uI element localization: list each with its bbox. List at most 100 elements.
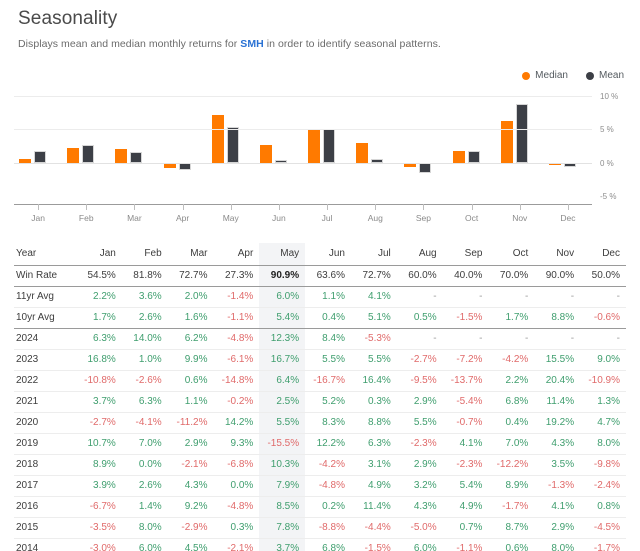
seasonality-table-wrap: Year Jan Feb Mar Apr May Jun Jul Aug Sep Oct Nov Dec… <box>14 243 626 551</box>
x-axis-label-sep: Sep <box>415 213 431 223</box>
table-cell: -3.5% <box>76 517 122 539</box>
chart-bar-group[interactable] <box>207 96 255 196</box>
table-cell: 2.5% <box>259 391 306 413</box>
table-cell: -4.8% <box>213 328 260 350</box>
table-cell: 8.0% <box>534 538 581 551</box>
table-row-label: 2024 <box>14 328 76 350</box>
table-cell: 1.1% <box>167 391 214 413</box>
ticker-link[interactable]: SMH <box>240 38 263 50</box>
chart-bar-group[interactable] <box>159 96 207 196</box>
chart-bar-group[interactable] <box>255 96 303 196</box>
legend-item-mean[interactable]: Mean <box>585 70 624 81</box>
chart-bar-median[interactable] <box>115 149 128 163</box>
table-cell: 4.1% <box>534 496 581 518</box>
table-cell: - <box>442 286 489 308</box>
table-cell: 81.8% <box>121 265 168 287</box>
x-axis-label-may: May <box>222 213 239 223</box>
table-cell: -4.2% <box>488 349 535 371</box>
table-row-label: 2021 <box>14 391 76 413</box>
table-cell: -4.1% <box>121 412 168 434</box>
chart-bar-mean[interactable] <box>419 162 432 173</box>
table-cell: -1.7% <box>488 496 535 518</box>
table-cell: -4.2% <box>305 454 351 476</box>
table-cell: 4.1% <box>442 433 489 455</box>
x-axis-tick <box>519 204 521 210</box>
chart-bar-group[interactable] <box>544 96 592 196</box>
table-cell: -2.1% <box>213 538 260 551</box>
table-row: 2024 6.3% 14.0% 6.2% -4.8% 12.3% 8.4% -5.3% - - - -… <box>14 328 626 350</box>
chart-bar-group[interactable] <box>110 96 158 196</box>
seasonality-bar-chart: 10 % 5 % 0 % -5 % Jan Feb Mar Apr May Jun Jul Aug S… <box>14 92 626 223</box>
chart-bar-median[interactable] <box>356 143 369 163</box>
table-cell: -9.8% <box>580 454 626 476</box>
table-cell: -10.9% <box>580 370 626 392</box>
table-cell: -1.3% <box>534 475 581 497</box>
legend-label-median: Median <box>535 70 568 81</box>
chart-bar-median[interactable] <box>211 114 224 163</box>
table-cell: 2.9% <box>396 391 443 413</box>
table-cell: 0.0% <box>121 454 168 476</box>
chart-bar-group[interactable] <box>62 96 110 196</box>
page-subtitle: Displays mean and median monthly returns… <box>18 38 441 50</box>
legend-item-median[interactable]: Median <box>522 70 568 81</box>
table-cell: -14.8% <box>213 370 260 392</box>
table-row: 2020 -2.7% -4.1% -11.2% 14.2% 5.5% 8.3% 8.8% 5.5… <box>14 412 626 434</box>
table-cell: 6.3% <box>76 328 122 350</box>
table-cell: 3.5% <box>534 454 581 476</box>
chart-bar-mean[interactable] <box>226 126 239 163</box>
chart-bar-group[interactable] <box>351 96 399 196</box>
table-cell: 6.8% <box>305 538 351 551</box>
chart-bar-group[interactable] <box>303 96 351 196</box>
table-cell: -1.5% <box>350 538 397 551</box>
chart-bar-median[interactable] <box>308 128 320 163</box>
table-cell: 7.0% <box>121 433 168 455</box>
chart-gridline <box>14 96 592 97</box>
chart-bar-mean[interactable] <box>515 104 528 163</box>
table-cell: - <box>534 328 581 350</box>
table-cell: -10.8% <box>76 370 122 392</box>
table-cell: 0.7% <box>442 517 489 539</box>
chart-bar-median[interactable] <box>500 121 513 163</box>
chart-bar-mean[interactable] <box>34 151 46 163</box>
table-cell: 5.1% <box>350 307 397 329</box>
chart-bar-mean[interactable] <box>323 128 335 163</box>
table-cell: 3.7% <box>259 538 306 551</box>
x-axis-label-apr: Apr <box>175 213 190 223</box>
table-cell: -6.7% <box>76 496 122 518</box>
table-cell: 5.4% <box>442 475 489 497</box>
chart-bar-mean[interactable] <box>467 151 480 163</box>
table-col-oct: Oct <box>488 243 535 266</box>
table-cell: -6.8% <box>213 454 260 476</box>
table-cell: 6.3% <box>121 391 168 413</box>
table-cell: -2.4% <box>580 475 626 497</box>
table-row: 2019 10.7% 7.0% 2.9% 9.3% -15.5% 12.2% 6.3% -2.3… <box>14 433 626 455</box>
chart-bar-group[interactable] <box>399 96 447 196</box>
table-cell: 6.2% <box>167 328 214 350</box>
table-cell: 40.0% <box>442 265 489 287</box>
table-cell: 10.7% <box>76 433 122 455</box>
table-cell: 9.9% <box>167 349 214 371</box>
table-cell: 8.5% <box>259 496 306 518</box>
chart-bar-median[interactable] <box>452 151 465 163</box>
chart-bar-mean[interactable] <box>82 145 95 163</box>
table-cell: 2.9% <box>396 454 443 476</box>
page-title: Seasonality <box>18 8 118 29</box>
chart-bar-median[interactable] <box>67 148 80 163</box>
table-cell: 16.7% <box>259 349 306 371</box>
chart-bar-group[interactable] <box>14 96 62 196</box>
x-axis-label-oct: Oct <box>464 213 479 223</box>
table-cell: 3.2% <box>396 475 443 497</box>
table-cell: -1.4% <box>213 286 260 308</box>
chart-bar-median[interactable] <box>259 145 272 163</box>
chart-bar-group[interactable] <box>448 96 496 196</box>
table-cell: 0.8% <box>580 496 626 518</box>
table-row-label: 2022 <box>14 370 76 392</box>
table-cell: 90.0% <box>534 265 581 287</box>
table-cell: 9.2% <box>167 496 214 518</box>
x-axis-label-aug: Aug <box>367 213 383 223</box>
chart-bar-group[interactable] <box>496 96 544 196</box>
table-col-may: May <box>259 243 306 266</box>
chart-bar-mean[interactable] <box>178 162 191 170</box>
table-row-label: 2017 <box>14 475 76 497</box>
chart-bar-mean[interactable] <box>130 152 143 163</box>
